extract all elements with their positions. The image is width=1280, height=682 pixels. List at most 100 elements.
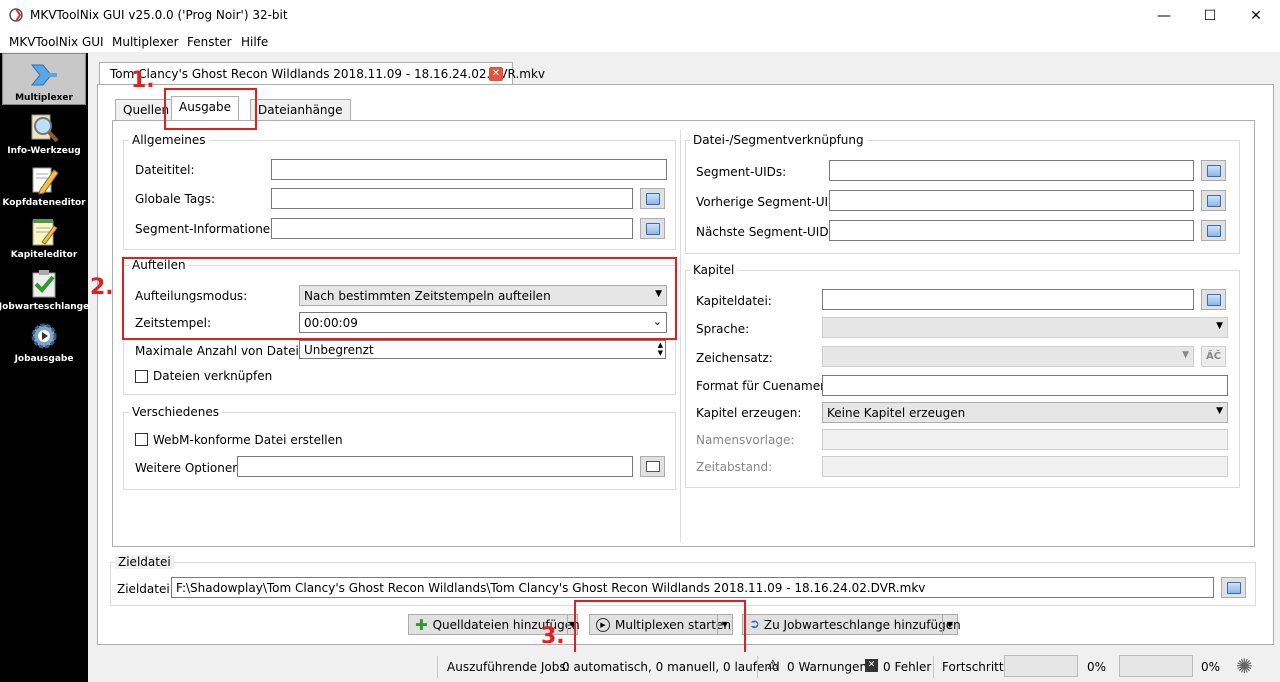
charset-label: Zeichensatz: [696,351,773,365]
maximize-button[interactable]: ☐ [1187,0,1233,31]
next-uid-label: Nächste Segment-UID: [696,225,833,239]
sidebar-item-label: Kapiteleditor [10,250,78,260]
max-files-spinbox[interactable]: Unbegrenzt ▲ ▼ [299,340,666,359]
minimize-button[interactable]: — [1141,0,1187,31]
annotation-number-3: 3. [541,624,565,649]
jobs-value: 0 automatisch, 0 manuell, 0 laufend [562,660,780,674]
charset-detect-button[interactable]: A̋Č [1201,346,1226,367]
sidebar-item-header-editor[interactable]: Kopfdateneditor [2,159,86,211]
more-options-input[interactable] [237,456,633,477]
cue-format-label: Format für Cuenamen: [696,379,832,393]
sidebar-item-label: Multiplexer [15,93,73,103]
divider [757,656,758,678]
sidebar-item-job-queue[interactable]: Jobwarteschlange [0,263,89,315]
warning-icon: ⚠ [767,658,779,673]
error-icon: ✕ [865,659,878,672]
more-options-button[interactable] [640,456,665,477]
misc-group-title: Verschiedenes [129,405,223,419]
sidebar-item-info-tool[interactable]: Info-Werkzeug [2,107,86,159]
next-uid-input[interactable] [829,220,1194,241]
browse-prev-uid-button[interactable] [1201,190,1226,211]
menu-hilfe[interactable]: Hilfe [241,35,268,49]
max-files-value: Unbegrenzt [304,343,374,357]
cue-format-input[interactable] [822,375,1228,396]
charset-select[interactable]: ▼ [822,346,1194,367]
document-tab-label: Tom Clancy's Ghost Recon Wildlands 2018.… [110,67,545,81]
browse-next-uid-button[interactable] [1201,220,1226,241]
destination-label: Zieldatei: [117,582,174,596]
sidebar-item-multiplexer[interactable]: Multiplexer [2,53,86,105]
language-select[interactable]: ▼ [822,317,1228,338]
webm-checkbox[interactable] [135,433,148,446]
generate-chapters-value: Keine Kapitel erzeugen [827,406,966,420]
errors-count[interactable]: 0 Fehler [883,660,931,674]
close-tab-icon[interactable]: ✕ [489,67,503,81]
pencil-icon [27,163,61,197]
global-tags-input[interactable] [271,188,633,209]
sidebar-item-label: Info-Werkzeug [7,146,81,156]
tab-attachments[interactable]: Dateianhänge [250,99,351,120]
chapters-title: Kapitel [690,263,738,277]
language-label: Sprache: [696,322,750,336]
annotation-number-1: 1. [131,68,155,93]
browse-chapter-file-button[interactable] [1201,289,1226,310]
menu-mkvtoolnix[interactable]: MKVToolNix GUI [9,35,104,49]
divider [437,656,438,678]
segment-info-input[interactable] [271,218,633,239]
jobs-label: Auszuführende Jobs: [447,660,570,674]
progress-percent-total: 0% [1201,660,1221,674]
name-template-label: Namensvorlage: [696,433,795,447]
chevron-down-icon: ▼ [1216,406,1223,416]
destination-input[interactable]: F:\Shadowplay\Tom Clancy's Ghost Recon W… [171,577,1214,598]
segment-uids-input[interactable] [829,160,1194,181]
status-bar: Auszuführende Jobs: 0 automatisch, 0 man… [88,652,1280,682]
browse-destination-button[interactable] [1221,577,1246,598]
file-title-label: Dateititel: [135,163,195,177]
gear-icon [27,319,61,353]
window-title: MKVToolNix GUI v25.0.0 ('Prog Noir') 32-… [30,8,288,22]
chevron-down-icon: ▼ [1216,321,1223,331]
file-browse-icon [1206,164,1221,177]
sidebar: Multiplexer Info-Werkzeug Kopfdatenedito… [0,53,89,682]
checklist-icon [27,267,61,301]
chevron-down-icon: ▼ [1182,350,1189,360]
warnings-count[interactable]: 0 Warnungen [787,660,867,674]
name-template-input [822,429,1228,450]
link-files-label: Dateien verknüpfen [153,369,273,383]
max-files-label: Maximale Anzahl von Dateien: [135,344,318,358]
close-window-button[interactable]: ✕ [1233,0,1279,31]
chapter-file-input[interactable] [822,289,1194,310]
progress-percent-current: 0% [1087,660,1107,674]
chapter-file-label: Kapiteldatei: [696,294,772,308]
app-logo-icon [8,7,24,23]
file-browse-icon [1206,194,1221,207]
menu-fenster[interactable]: Fenster [187,35,232,49]
prev-uid-label: Vorherige Segment-UID: [696,195,842,209]
sidebar-item-label: Jobausgabe [14,354,74,364]
browse-segment-info-button[interactable] [640,218,665,239]
file-title-input[interactable] [271,159,667,180]
multiplexer-icon [27,58,61,92]
spin-arrows-icon[interactable]: ▲ ▼ [658,341,663,357]
chevron-down-icon[interactable]: ▼ [942,615,957,634]
sidebar-item-chapter-editor[interactable]: Kapiteleditor [2,211,86,263]
browse-global-tags-button[interactable] [640,188,665,209]
queue-add-icon: ➲ [749,617,760,632]
annotation-box-2 [122,257,677,340]
tab-document[interactable]: Tom Clancy's Ghost Recon Wildlands 2018.… [99,62,545,85]
add-to-queue-button[interactable]: ➲ Zu Jobwarteschlange hinzufügen ▼ [742,614,961,635]
progress-label: Fortschritt: [942,660,1008,674]
link-files-checkbox[interactable] [135,370,148,383]
prev-uid-input[interactable] [829,190,1194,211]
browse-segment-uids-button[interactable] [1201,160,1226,181]
splitter[interactable] [680,130,681,542]
webm-label: WebM-konforme Datei erstellen [153,433,343,447]
misc-group [123,412,676,490]
progress-bar-total [1119,655,1193,677]
plus-icon: ✚ [415,615,428,634]
sidebar-item-job-output[interactable]: Jobausgabe [2,315,86,367]
generate-chapters-select[interactable]: Keine Kapitel erzeugen ▼ [822,402,1228,423]
magnifier-icon [27,111,61,145]
menu-multiplexer[interactable]: Multiplexer [112,35,179,49]
segment-info-label: Segment-Informationen: [135,222,282,236]
